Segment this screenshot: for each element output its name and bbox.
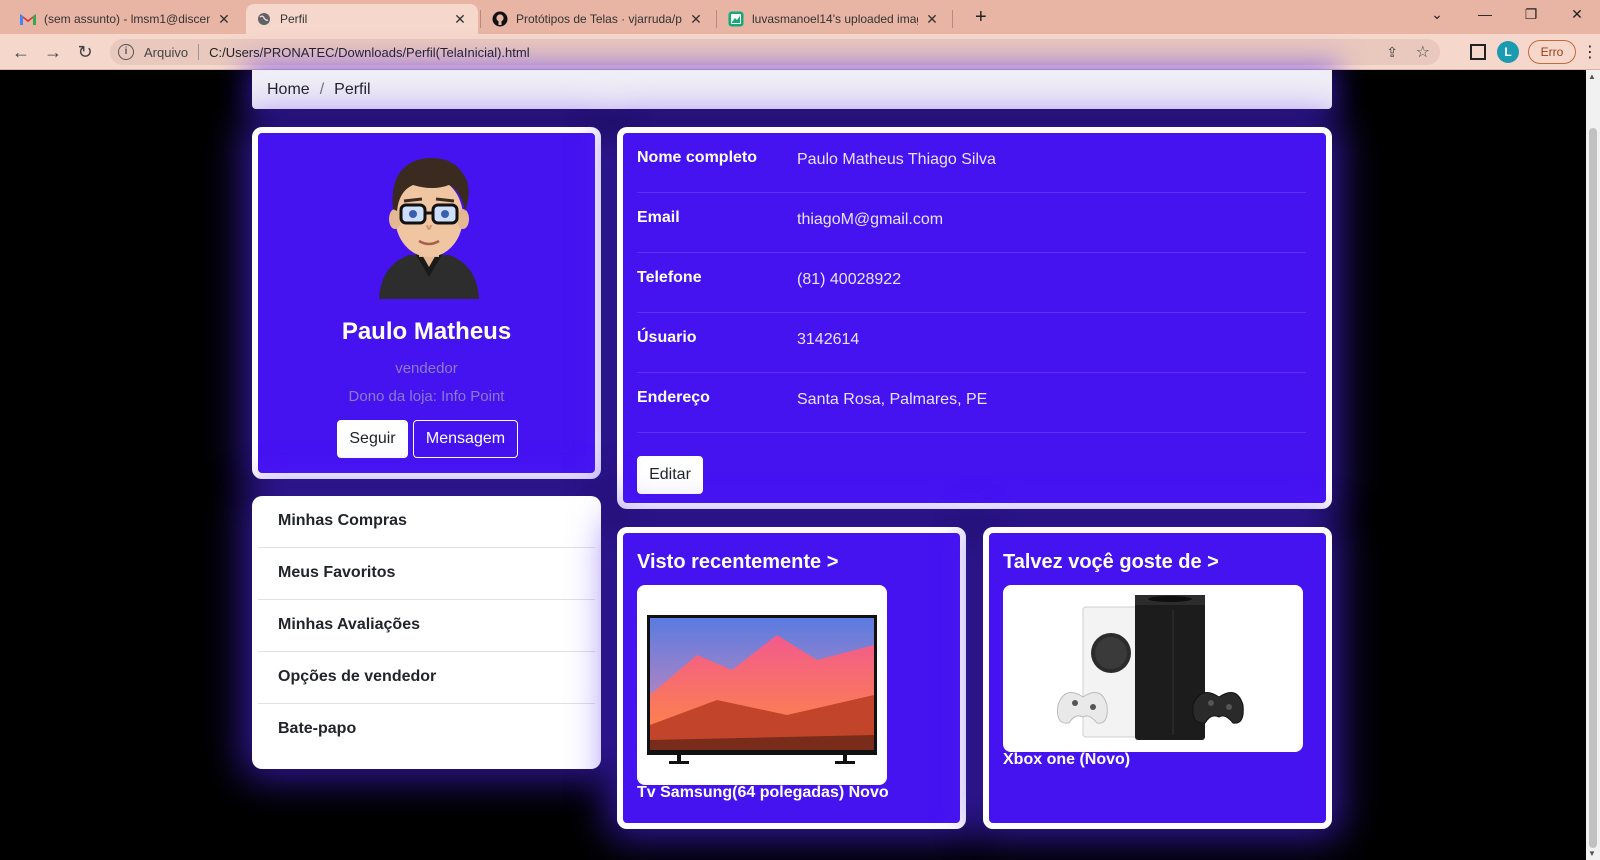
tab-perfil[interactable]: Perfil ✕ <box>246 4 478 34</box>
globe-icon <box>256 11 272 27</box>
info-label: Nome completo <box>637 149 758 166</box>
close-tab-icon[interactable]: ✕ <box>452 11 468 28</box>
info-row-user: Úsuario 3142614 <box>637 313 1306 373</box>
recently-viewed-card: Visto recentemente > Tv Samsung(64 poleg… <box>617 527 966 829</box>
close-window-icon[interactable]: ✕ <box>1562 6 1592 23</box>
info-row-address: Endereço Santa Rosa, Palmares, PE <box>637 373 1306 433</box>
account-menu: Minhas Compras Meus Favoritos Minhas Ava… <box>252 496 601 769</box>
menu-item-reviews[interactable]: Minhas Avaliações <box>258 600 595 652</box>
close-tab-icon[interactable]: ✕ <box>924 11 940 28</box>
info-label: Telefone <box>637 269 702 286</box>
share-icon[interactable]: ⇪ <box>1386 44 1398 61</box>
info-value: thiagoM@gmail.com <box>797 211 944 228</box>
url-text: C:/Users/PRONATEC/Downloads/Perfil(TelaI… <box>209 44 530 60</box>
restore-icon[interactable]: ❐ <box>1516 6 1546 23</box>
tab-title: Perfil <box>280 12 308 26</box>
minimize-icon[interactable]: — <box>1470 6 1500 22</box>
recently-viewed-title[interactable]: Visto recentemente > <box>637 551 838 574</box>
profile-info-card: Nome completo Paulo Matheus Thiago Silva… <box>617 127 1332 509</box>
forward-icon[interactable]: → <box>42 41 64 63</box>
browser-tab-strip: (sem assunto) - lmsm1@discente ✕ Perfil … <box>0 0 1600 34</box>
info-row-full-name: Nome completo Paulo Matheus Thiago Silva <box>637 133 1306 193</box>
profile-store: Dono da loja: Info Point <box>348 388 505 405</box>
tab-search-icon[interactable]: ⌄ <box>1422 6 1452 23</box>
menu-item-seller-options[interactable]: Opções de vendedor <box>258 652 595 704</box>
info-label: Email <box>637 209 680 226</box>
github-icon <box>492 11 508 27</box>
info-label: Úsuario <box>637 329 697 346</box>
close-tab-icon[interactable]: ✕ <box>688 11 704 28</box>
scroll-down-icon[interactable]: ▼ <box>1588 849 1596 858</box>
new-tab-icon[interactable]: + <box>975 6 987 29</box>
tab-title: Protótipos de Telas · vjarruda/pro <box>516 12 682 26</box>
info-value: 3142614 <box>797 331 860 348</box>
info-value: Santa Rosa, Palmares, PE <box>797 391 988 408</box>
more-menu-icon[interactable]: ⋮ <box>1582 42 1598 62</box>
image-icon <box>728 11 744 27</box>
file-label: Arquivo <box>144 44 189 60</box>
side-panel-icon[interactable] <box>1470 44 1486 60</box>
gmail-icon <box>20 11 36 27</box>
url-field[interactable]: i Arquivo C:/Users/PRONATEC/Downloads/Pe… <box>110 39 1440 65</box>
tab-image[interactable]: luvasmanoel14's uploaded image ✕ <box>718 4 950 34</box>
info-row-email: Email thiagoM@gmail.com <box>637 193 1306 253</box>
close-tab-icon[interactable]: ✕ <box>216 11 232 28</box>
tab-title: luvasmanoel14's uploaded image <box>752 12 918 26</box>
address-bar: ← → ↻ i Arquivo C:/Users/PRONATEC/Downlo… <box>0 34 1600 70</box>
tab-divider <box>952 10 953 28</box>
breadcrumb-home[interactable]: Home <box>267 81 310 99</box>
breadcrumb-separator: / <box>319 80 325 98</box>
breadcrumb-current: Perfil <box>334 80 371 98</box>
bookmark-star-icon[interactable]: ☆ <box>1416 42 1430 62</box>
scroll-up-icon[interactable]: ▲ <box>1588 72 1596 81</box>
tab-title: (sem assunto) - lmsm1@discente <box>44 12 210 26</box>
tab-divider <box>716 10 717 28</box>
page-scrollbar[interactable]: ▲ ▼ <box>1586 70 1600 860</box>
follow-button[interactable]: Seguir <box>337 420 408 458</box>
reload-icon[interactable]: ↻ <box>74 41 96 63</box>
message-button[interactable]: Mensagem <box>413 420 518 458</box>
xbox-product-image[interactable] <box>1003 585 1303 752</box>
info-icon[interactable]: i <box>118 44 134 60</box>
back-icon[interactable]: ← <box>10 41 32 63</box>
scrollbar-thumb[interactable] <box>1589 128 1597 848</box>
edit-button[interactable]: Editar <box>637 456 703 494</box>
error-button[interactable]: Erro <box>1528 40 1576 64</box>
tab-divider <box>480 10 481 28</box>
xbox-product-name[interactable]: Xbox one (Novo) <box>1003 751 1130 769</box>
menu-item-purchases[interactable]: Minhas Compras <box>258 496 595 548</box>
profile-avatar[interactable]: L <box>1497 41 1519 63</box>
breadcrumb: Home / Perfil <box>252 70 1332 109</box>
suggestions-title[interactable]: Talvez voçê goste de > <box>1003 551 1219 574</box>
info-label: Endereço <box>637 389 710 406</box>
tab-github[interactable]: Protótipos de Telas · vjarruda/pro ✕ <box>482 4 714 34</box>
menu-item-chat[interactable]: Bate-papo <box>258 704 595 756</box>
tv-product-image[interactable] <box>637 585 887 785</box>
profile-card: Paulo Matheus vendedor Dono da loja: Inf… <box>252 127 601 479</box>
info-value: Paulo Matheus Thiago Silva <box>797 151 996 168</box>
tv-product-name[interactable]: Tv Samsung(64 polegadas) Novo <box>637 784 889 802</box>
url-divider <box>198 44 200 60</box>
profile-role: vendedor <box>395 360 458 377</box>
profile-name: Paulo Matheus <box>341 318 512 345</box>
info-value: (81) 40028922 <box>797 271 902 288</box>
tab-gmail[interactable]: (sem assunto) - lmsm1@discente ✕ <box>10 4 242 34</box>
user-avatar <box>375 147 483 299</box>
suggestions-card: Talvez voçê goste de > Xbox one (Novo) <box>983 527 1332 829</box>
info-row-phone: Telefone (81) 40028922 <box>637 253 1306 313</box>
menu-item-favorites[interactable]: Meus Favoritos <box>258 548 595 600</box>
